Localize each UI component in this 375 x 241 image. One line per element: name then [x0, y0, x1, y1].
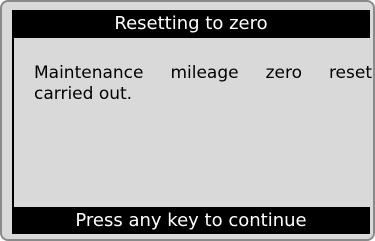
status-message: Maintenance mileage zero reset carried o…	[34, 63, 372, 104]
scanner-screen: Resetting to zero Maintenance mileage ze…	[0, 0, 375, 241]
screen-title: Resetting to zero	[12, 10, 370, 38]
message-panel: Maintenance mileage zero reset carried o…	[12, 38, 372, 207]
continue-prompt[interactable]: Press any key to continue	[12, 207, 370, 234]
